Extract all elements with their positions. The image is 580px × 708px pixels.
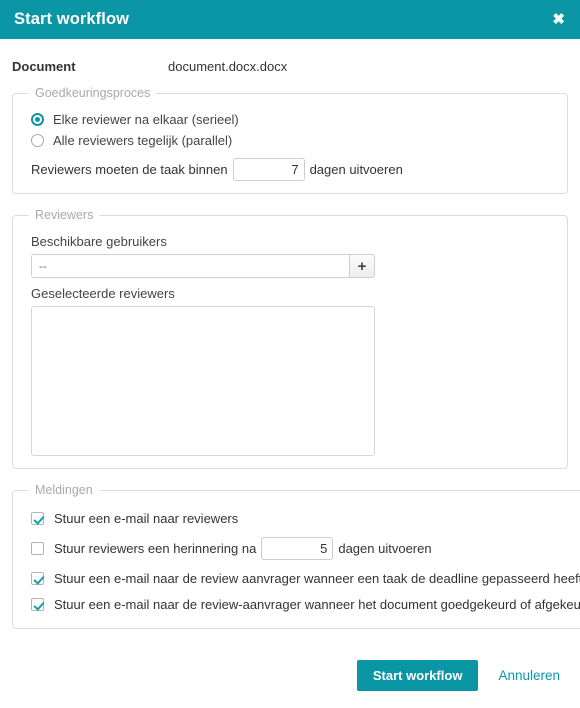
notify-deadline-passed-row[interactable]: Stuur een e-mail naar de review aanvrage… — [25, 571, 580, 586]
notify-reminder-row[interactable]: Stuur reviewers een herinnering na dagen… — [25, 537, 580, 560]
reminder-days-suffix: dagen uitvoeren — [338, 541, 432, 556]
notifications-group: Meldingen Stuur een e-mail naar reviewer… — [12, 483, 580, 629]
reviewers-group: Reviewers Beschikbare gebruikers -- + Ge… — [12, 208, 568, 469]
available-users-row: -- + — [31, 254, 375, 278]
start-workflow-button[interactable]: Start workflow — [356, 660, 479, 691]
selected-reviewers-label: Geselecteerde reviewers — [31, 286, 175, 301]
radio-parallel-label[interactable]: Alle reviewers tegelijk (parallel) — [53, 133, 232, 148]
notify-deadline-passed-label[interactable]: Stuur een e-mail naar de review aanvrage… — [54, 571, 580, 586]
reminder-days-input[interactable] — [261, 537, 334, 560]
selected-reviewers-listbox[interactable] — [31, 306, 375, 456]
notifications-legend: Meldingen — [35, 483, 93, 497]
radio-option-parallel[interactable]: Alle reviewers tegelijk (parallel) — [25, 133, 555, 148]
plus-icon: + — [357, 257, 367, 275]
dialog-title: Start workflow — [14, 10, 130, 28]
add-reviewer-button[interactable]: + — [349, 254, 375, 278]
dialog-footer: Start workflow Annuleren — [0, 651, 580, 708]
close-icon[interactable]: ✖ — [549, 10, 568, 29]
notify-reminder-label[interactable]: Stuur reviewers een herinnering na — [54, 541, 256, 556]
notify-decision-checkbox[interactable] — [31, 598, 44, 611]
document-label: Document — [12, 59, 76, 74]
deadline-suffix-label: dagen uitvoeren — [309, 162, 403, 177]
notify-reviewers-row[interactable]: Stuur een e-mail naar reviewers — [25, 511, 580, 526]
notify-reviewers-checkbox[interactable] — [31, 512, 44, 525]
radio-serial-label[interactable]: Elke reviewer na elkaar (serieel) — [53, 112, 239, 127]
approval-process-legend: Goedkeuringsproces — [35, 86, 151, 100]
document-row: Document document.docx.docx — [12, 39, 568, 86]
dialog-titlebar: Start workflow ✖ — [0, 0, 580, 39]
notify-decision-row[interactable]: Stuur een e-mail naar de review-aanvrage… — [25, 597, 580, 612]
reviewers-legend: Reviewers — [35, 208, 94, 222]
document-value: document.docx.docx — [168, 59, 288, 74]
notify-reminder-checkbox[interactable] — [31, 542, 44, 555]
radio-parallel-indicator[interactable] — [31, 134, 44, 147]
start-workflow-dialog: Start workflow ✖ Document document.docx.… — [0, 0, 580, 708]
approval-process-group: Goedkeuringsproces Elke reviewer na elka… — [12, 86, 568, 194]
dialog-body: Document document.docx.docx Goedkeurings… — [0, 39, 580, 651]
notify-decision-label[interactable]: Stuur een e-mail naar de review-aanvrage… — [54, 597, 580, 612]
radio-serial-indicator[interactable] — [31, 113, 44, 126]
deadline-prefix-label: Reviewers moeten de taak binnen — [31, 162, 228, 177]
available-users-select[interactable]: -- — [31, 254, 349, 278]
notify-reviewers-label[interactable]: Stuur een e-mail naar reviewers — [54, 511, 238, 526]
notify-deadline-passed-checkbox[interactable] — [31, 572, 44, 585]
radio-option-serial[interactable]: Elke reviewer na elkaar (serieel) — [25, 112, 555, 127]
deadline-row: Reviewers moeten de taak binnen dagen ui… — [25, 158, 555, 181]
available-users-label: Beschikbare gebruikers — [31, 234, 167, 249]
deadline-days-input[interactable] — [232, 158, 305, 181]
cancel-link[interactable]: Annuleren — [498, 668, 560, 683]
